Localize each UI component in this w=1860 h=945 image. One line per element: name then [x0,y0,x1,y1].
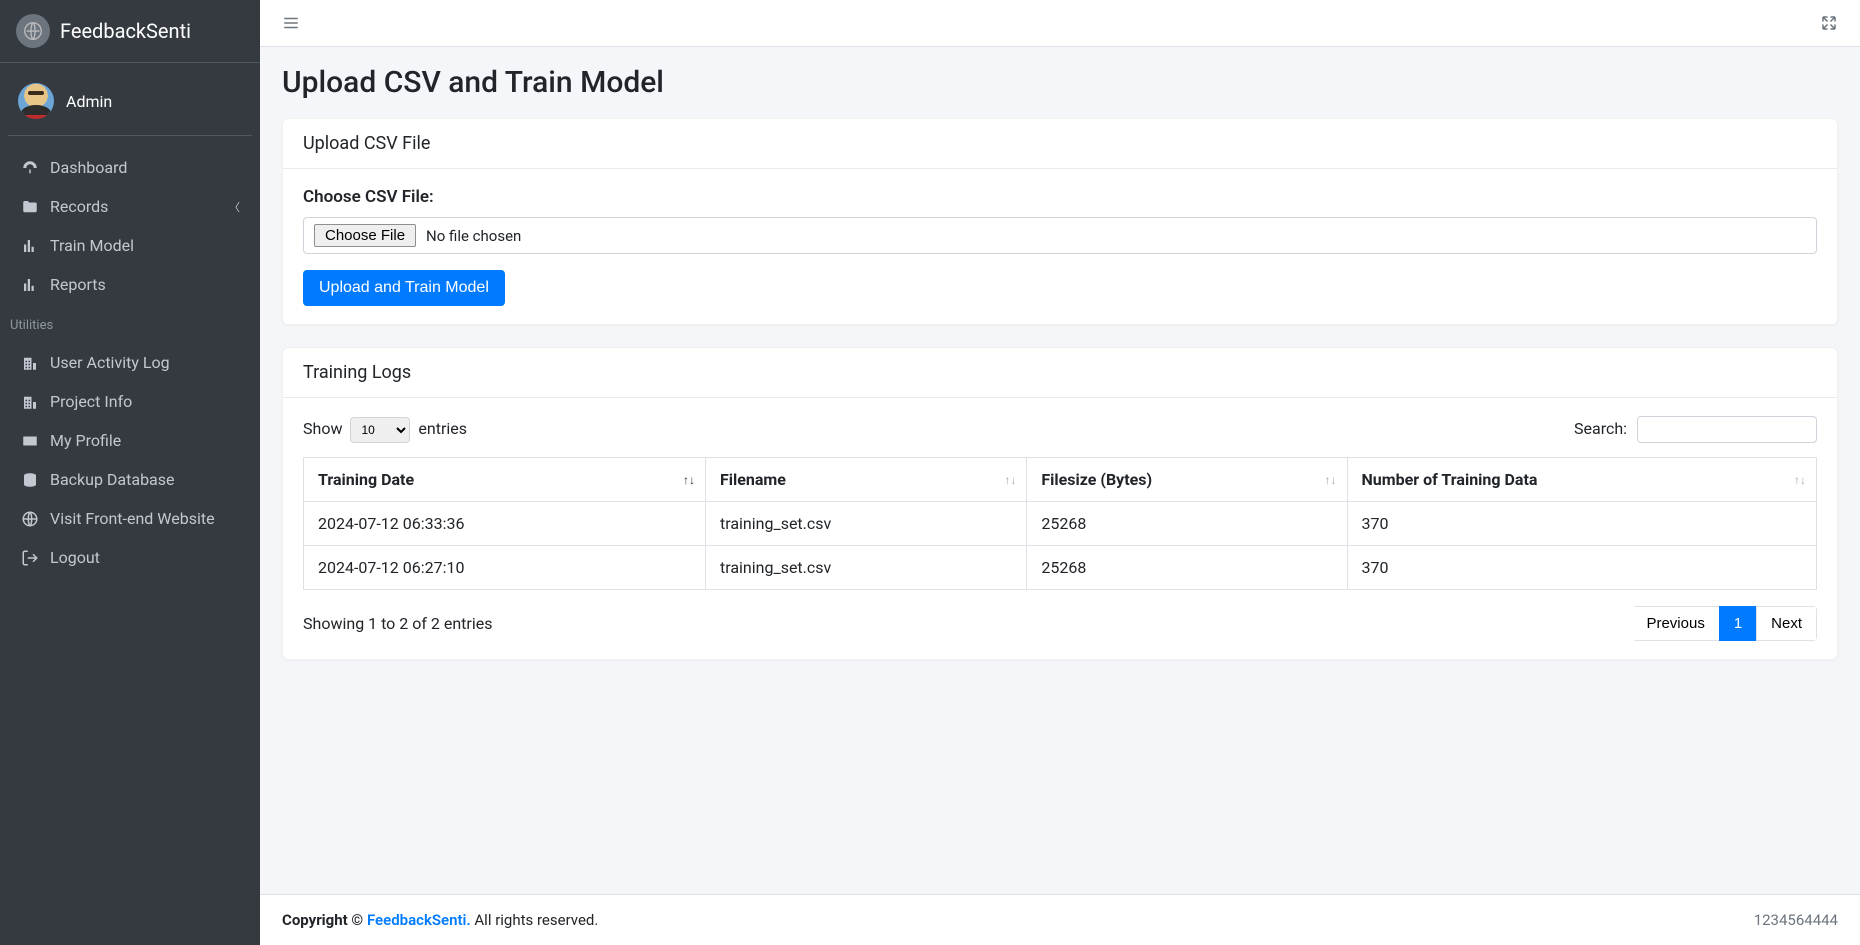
table-controls: Show 10 entries Search: [303,416,1817,443]
sidebar-item-label: Project Info [50,392,240,411]
prev-page-button[interactable]: Previous [1632,606,1719,641]
logout-icon [20,549,40,567]
sidebar-item-reports[interactable]: Reports [8,265,252,304]
cell-filename: training_set.csv [705,546,1026,590]
sort-icon: ↑↓ [1794,473,1806,487]
sidebar-item-label: Backup Database [50,470,240,489]
sidebar-item-label: Train Model [50,236,240,255]
sidebar-item-train-model[interactable]: Train Model [8,226,252,265]
building-icon [20,354,40,372]
footer-version: 1234564444 [1754,911,1838,929]
cell-filename: training_set.csv [705,502,1026,546]
user-panel[interactable]: Admin [8,67,252,136]
table-row: 2024-07-12 06:27:10 training_set.csv 252… [304,546,1817,590]
sidebar-item-backup-database[interactable]: Backup Database [8,460,252,499]
page-1-button[interactable]: 1 [1719,606,1757,641]
menu-toggle-icon[interactable] [282,14,300,32]
brand-name: FeedbackSenti [60,19,191,43]
sidebar-item-label: Dashboard [50,158,240,177]
avatar [18,83,54,119]
sidebar-item-records[interactable]: Records 〈 [8,187,252,226]
training-logs-title: Training Logs [283,348,1837,398]
page-title: Upload CSV and Train Model [282,65,1838,100]
col-num-training[interactable]: Number of Training Data ↑↓ [1347,458,1816,502]
upload-card-title: Upload CSV File [283,119,1837,169]
page-size-select[interactable]: 10 [350,417,410,443]
sidebar-item-label: User Activity Log [50,353,240,372]
building-icon [20,393,40,411]
sidebar-item-user-activity-log[interactable]: User Activity Log [8,343,252,382]
col-training-date[interactable]: Training Date ↑↓ [304,458,706,502]
choose-file-label: Choose CSV File: [303,187,1817,207]
training-logs-card: Training Logs Show 10 entries Search: [282,347,1838,660]
expand-icon[interactable] [1820,14,1838,32]
nav-header-utilities: Utilities [0,308,260,339]
nav-utilities: User Activity Log Project Info My Profil… [0,339,260,581]
brand[interactable]: FeedbackSenti [0,0,260,63]
col-filename[interactable]: Filename ↑↓ [705,458,1026,502]
sidebar-item-visit-frontend[interactable]: Visit Front-end Website [8,499,252,538]
sidebar-item-label: Logout [50,548,240,567]
search-control: Search: [1574,416,1817,443]
sidebar-item-project-info[interactable]: Project Info [8,382,252,421]
username: Admin [66,92,112,111]
upload-card: Upload CSV File Choose CSV File: Choose … [282,118,1838,325]
id-card-icon [20,432,40,450]
col-filesize[interactable]: Filesize (Bytes) ↑↓ [1027,458,1347,502]
brand-logo-icon [16,14,50,48]
footer-brand-link[interactable]: FeedbackSenti. [367,911,471,929]
next-page-button[interactable]: Next [1756,606,1817,641]
chart-bar-icon [20,276,40,294]
cell-count: 370 [1347,502,1816,546]
pagination: Previous 1 Next [1632,606,1817,641]
entries-label: entries [418,419,467,438]
search-input[interactable] [1637,416,1817,443]
sidebar-item-label: My Profile [50,431,240,450]
table-info: Showing 1 to 2 of 2 entries [303,614,492,633]
topbar [260,0,1860,47]
table-footer: Showing 1 to 2 of 2 entries Previous 1 N… [303,606,1817,641]
table-row: 2024-07-12 06:33:36 training_set.csv 252… [304,502,1817,546]
cell-size: 25268 [1027,502,1347,546]
sidebar-item-logout[interactable]: Logout [8,538,252,577]
sidebar: FeedbackSenti Admin Dashboard Records 〈 … [0,0,260,945]
copyright: Copyright © FeedbackSenti. All rights re… [282,911,598,929]
sidebar-item-my-profile[interactable]: My Profile [8,421,252,460]
cell-date: 2024-07-12 06:27:10 [304,546,706,590]
cell-count: 370 [1347,546,1816,590]
sidebar-item-label: Reports [50,275,240,294]
chevron-left-icon: 〈 [229,199,240,215]
sort-icon: ↑↓ [1004,473,1016,487]
footer: Copyright © FeedbackSenti. All rights re… [260,894,1860,945]
training-logs-table: Training Date ↑↓ Filename ↑↓ Filesize (B… [303,457,1817,590]
content: Upload CSV and Train Model Upload CSV Fi… [260,47,1860,894]
sidebar-item-dashboard[interactable]: Dashboard [8,148,252,187]
nav-main: Dashboard Records 〈 Train Model Reports [0,144,260,308]
file-status: No file chosen [426,227,521,245]
globe-icon [20,510,40,528]
upload-train-button[interactable]: Upload and Train Model [303,270,505,306]
sort-icon: ↑↓ [683,473,695,487]
search-label: Search: [1574,419,1627,438]
sidebar-item-label: Records [50,197,219,216]
show-label: Show [303,419,342,438]
choose-file-button[interactable]: Choose File [314,224,416,247]
main: Upload CSV and Train Model Upload CSV Fi… [260,0,1860,945]
cell-date: 2024-07-12 06:33:36 [304,502,706,546]
file-input-wrapper[interactable]: Choose File No file chosen [303,217,1817,254]
cell-size: 25268 [1027,546,1347,590]
length-control: Show 10 entries [303,417,467,443]
database-icon [20,471,40,489]
sort-icon: ↑↓ [1325,473,1337,487]
chart-bar-icon [20,237,40,255]
dashboard-icon [20,159,40,177]
sidebar-item-label: Visit Front-end Website [50,509,240,528]
folder-icon [20,198,40,216]
